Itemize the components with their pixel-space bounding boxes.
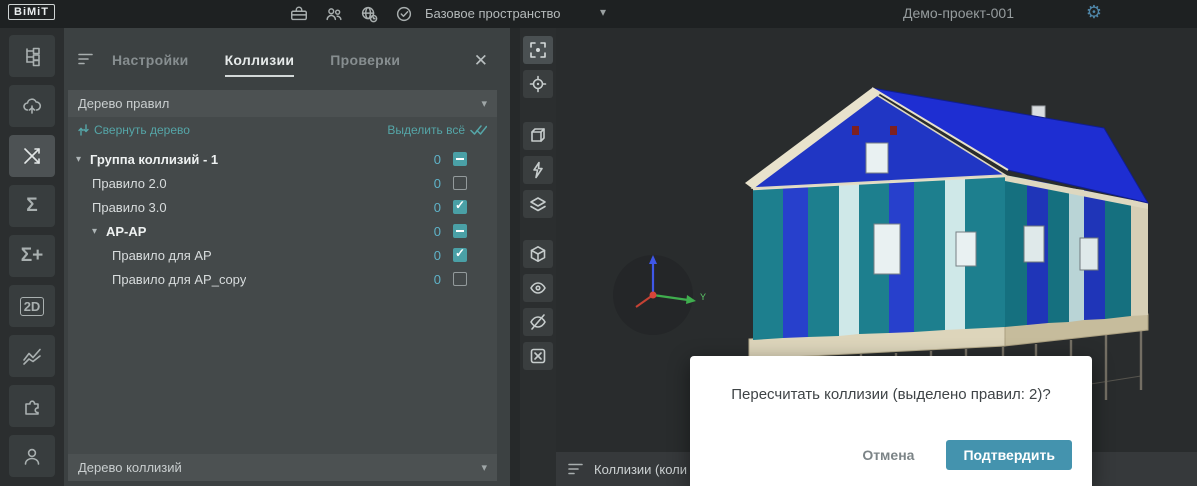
checkbox[interactable] xyxy=(453,224,467,238)
chevron-down-icon: ▾ xyxy=(481,97,487,110)
toolbox-icon[interactable] xyxy=(288,3,310,25)
panel-menu-icon[interactable] xyxy=(78,52,94,66)
dialog-message: Пересчитать коллизии (выделено правил: 2… xyxy=(690,356,1092,403)
drawings-2d-icon[interactable]: 2D xyxy=(9,285,55,327)
checkbox[interactable] xyxy=(453,152,467,166)
tree-controls: Свернуть дерево Выделить всё xyxy=(68,117,497,143)
collisions-icon[interactable] xyxy=(9,135,55,177)
rules-card: Дерево правил ▾ Свернуть дерево Выделить… xyxy=(68,90,497,481)
viewport-panel-title: Коллизии (коли xyxy=(594,462,687,477)
recalculate-dialog: Пересчитать коллизии (выделено правил: 2… xyxy=(690,356,1092,486)
sigma-plus-icon[interactable]: Σ+ xyxy=(9,235,55,277)
web-icon[interactable] xyxy=(358,3,380,25)
profile-icon[interactable] xyxy=(9,435,55,477)
clip-planes-icon[interactable] xyxy=(523,190,553,218)
dialog-buttons: Отмена Подтвердить xyxy=(856,440,1072,470)
collision-count: 0 xyxy=(434,200,453,215)
tree-row[interactable]: ▾ АР-АР 0 xyxy=(68,219,497,243)
analytics-icon[interactable] xyxy=(9,335,55,377)
collision-count: 0 xyxy=(434,248,453,263)
checklist-icon[interactable] xyxy=(393,3,415,25)
expand-chevron-icon[interactable]: ▾ xyxy=(92,226,106,237)
tree-row[interactable]: Правило 2.0 0 xyxy=(68,171,497,195)
section-box-icon[interactable] xyxy=(523,122,553,150)
locate-icon[interactable] xyxy=(523,70,553,98)
isolate-icon[interactable] xyxy=(523,240,553,268)
view-toolbar xyxy=(520,28,556,486)
checkbox[interactable] xyxy=(453,272,467,286)
axis-y-label: Y xyxy=(700,292,706,302)
rules-tree-title: Дерево правил xyxy=(78,96,481,111)
environment-icon[interactable] xyxy=(9,85,55,127)
topbar-icon-group xyxy=(288,3,415,25)
gear-icon[interactable]: ⚙ xyxy=(1086,2,1102,23)
confirm-button[interactable]: Подтвердить xyxy=(946,440,1072,470)
project-name: Демо-проект-001 xyxy=(903,5,1014,21)
panel-tabs: Настройки Коллизии Проверки xyxy=(112,52,400,77)
panel-divider[interactable] xyxy=(510,28,520,486)
chevron-down-icon[interactable]: ▾ xyxy=(600,5,606,19)
section-cut-icon[interactable] xyxy=(523,156,553,184)
panel-menu-icon xyxy=(568,462,584,476)
select-all-button[interactable]: Выделить всё xyxy=(387,123,487,137)
collision-count: 0 xyxy=(434,272,453,287)
workspace-selector[interactable]: Базовое пространство xyxy=(425,6,561,21)
collapse-tree-button[interactable]: Свернуть дерево xyxy=(78,123,190,137)
select-all-label: Выделить всё xyxy=(387,123,465,137)
tree-row[interactable]: Правило для АР 0 xyxy=(68,243,497,267)
tab-checks[interactable]: Проверки xyxy=(330,52,400,77)
top-bar: BiMiT Базовое пространство ▾ Демо-проект… xyxy=(0,0,1197,28)
clear-selection-icon[interactable] xyxy=(523,342,553,370)
house-wall-left xyxy=(753,175,1005,340)
rules-tree: ▾ Группа коллизий - 1 0 Правило 2.0 0 Пр… xyxy=(68,143,497,454)
model-tree-icon[interactable] xyxy=(9,35,55,77)
checkbox[interactable] xyxy=(453,248,467,262)
close-icon[interactable]: ✕ xyxy=(474,52,488,69)
team-icon[interactable] xyxy=(323,3,345,25)
checkbox[interactable] xyxy=(453,176,467,190)
axis-gizmo[interactable]: Y xyxy=(613,255,706,335)
collision-count: 0 xyxy=(434,176,453,191)
tree-row[interactable]: Правило 3.0 0 xyxy=(68,195,497,219)
collisions-tree-title: Дерево коллизий xyxy=(78,460,481,475)
hide-icon[interactable] xyxy=(523,308,553,336)
cancel-button[interactable]: Отмена xyxy=(856,446,920,464)
bimit-logo: BiMiT xyxy=(8,4,55,20)
tree-row[interactable]: Правило для АР_copy 0 xyxy=(68,267,497,291)
focus-model-icon[interactable] xyxy=(523,36,553,64)
tree-row[interactable]: ▾ Группа коллизий - 1 0 xyxy=(68,147,497,171)
expand-chevron-icon[interactable]: ▾ xyxy=(76,154,90,165)
collision-count: 0 xyxy=(434,152,453,167)
plugins-icon[interactable] xyxy=(9,385,55,427)
sigma-icon[interactable]: Σ xyxy=(9,185,55,227)
collapse-tree-label: Свернуть дерево xyxy=(94,123,190,137)
collisions-tree-header[interactable]: Дерево коллизий ▾ xyxy=(68,454,497,481)
collision-count: 0 xyxy=(434,224,453,239)
tab-settings[interactable]: Настройки xyxy=(112,52,189,77)
bimit-app: BiMiT Базовое пространство ▾ Демо-проект… xyxy=(0,0,1197,486)
show-icon[interactable] xyxy=(523,274,553,302)
chevron-down-icon: ▾ xyxy=(481,461,487,474)
collisions-panel: Настройки Коллизии Проверки ✕ Дерево пра… xyxy=(64,28,510,486)
main-sidebar: Σ Σ+ 2D xyxy=(0,28,64,486)
checkbox[interactable] xyxy=(453,200,467,214)
rules-tree-header[interactable]: Дерево правил ▾ xyxy=(68,90,497,117)
tab-collisions[interactable]: Коллизии xyxy=(225,52,295,77)
